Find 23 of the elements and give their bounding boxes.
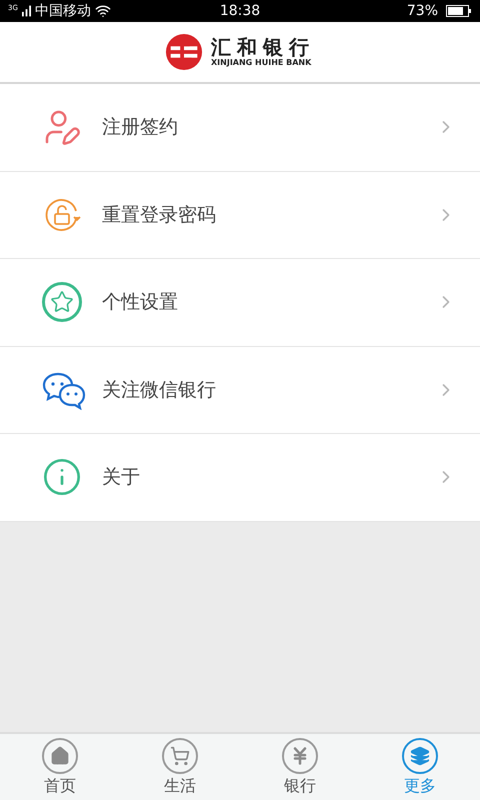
menu-item-label: 重置登录密码 bbox=[102, 202, 217, 228]
wifi-icon bbox=[94, 3, 111, 19]
menu-item-label: 注册签约 bbox=[102, 115, 179, 140]
menu-item-label: 关于 bbox=[102, 465, 141, 490]
menu-item-label: 关注微信银行 bbox=[102, 378, 217, 402]
tab-label: 首页 bbox=[44, 776, 76, 796]
tab-item[interactable]: 首页 bbox=[0, 734, 120, 800]
tab-label: 更多 bbox=[404, 776, 436, 796]
tab-label: 生活 bbox=[164, 776, 196, 796]
menu-item[interactable]: 关注微信银行 bbox=[0, 346, 480, 434]
menu-item[interactable]: 重置登录密码 bbox=[0, 172, 480, 259]
tab-label: 银行 bbox=[284, 776, 316, 796]
bank-name: 汇和银行 bbox=[211, 36, 315, 58]
carrier-name: 中国移动 bbox=[34, 2, 91, 20]
battery-icon bbox=[446, 5, 472, 17]
clock: 18:38 bbox=[218, 2, 262, 20]
bank-logo-icon bbox=[165, 33, 203, 71]
tab-item[interactable]: 银行 bbox=[240, 734, 360, 800]
signal-icon bbox=[22, 5, 31, 17]
bank-subtitle: XINJIANG HUIHE BANK bbox=[211, 58, 312, 68]
battery-percent: 73% bbox=[406, 2, 438, 20]
tab-item[interactable]: 生活 bbox=[120, 734, 240, 800]
menu-item-label: 个性设置 bbox=[102, 290, 179, 315]
